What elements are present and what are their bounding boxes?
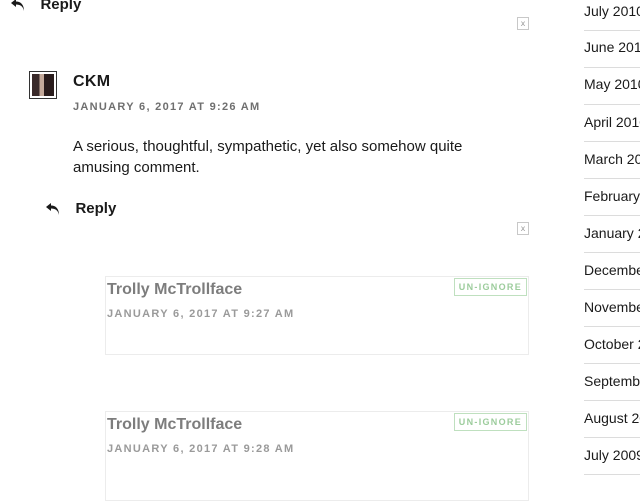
archive-link[interactable]: January 2010 bbox=[584, 225, 640, 241]
archive-link[interactable]: December 2009 bbox=[584, 262, 640, 278]
archive-link[interactable]: February 2010 bbox=[584, 188, 640, 204]
unignore-button[interactable]: UN-IGNORE bbox=[453, 413, 527, 431]
comment-author[interactable]: CKM bbox=[73, 73, 110, 91]
comment-date[interactable]: JANUARY 6, 2017 AT 9:26 AM bbox=[73, 101, 260, 113]
reply-arrow-icon bbox=[11, 0, 24, 11]
ignored-comment-date: JANUARY 6, 2017 AT 9:27 AM bbox=[107, 308, 295, 320]
reply-label: Reply bbox=[75, 200, 117, 217]
archive-link[interactable]: August 2009 bbox=[584, 410, 640, 426]
reply-arrow-icon bbox=[46, 202, 59, 215]
archives-sidebar: July 2010 June 2010 May 2010 April 2010 … bbox=[584, 0, 640, 480]
archive-link[interactable]: October 2009 bbox=[584, 336, 640, 352]
archive-link[interactable]: March 2010 bbox=[584, 151, 640, 167]
ignored-comment: Trolly McTrollface JANUARY 6, 2017 AT 9:… bbox=[105, 276, 529, 355]
close-comment-button[interactable]: x bbox=[517, 222, 529, 235]
avatar bbox=[29, 71, 57, 99]
archive-link[interactable]: June 2010 bbox=[584, 39, 640, 55]
archive-link[interactable]: September 2009 bbox=[584, 373, 640, 389]
archive-link[interactable]: July 2009 bbox=[584, 447, 640, 463]
archive-link[interactable]: July 2010 bbox=[584, 3, 640, 19]
close-comment-button[interactable]: x bbox=[517, 17, 529, 30]
ignored-comment-date: JANUARY 6, 2017 AT 9:28 AM bbox=[107, 443, 295, 455]
reply-link-top[interactable]: Reply bbox=[10, 0, 81, 14]
comment-text: A serious, thoughtful, sympathetic, yet … bbox=[73, 138, 463, 176]
ignored-comment: Trolly McTrollface JANUARY 6, 2017 AT 9:… bbox=[105, 411, 529, 501]
archive-link[interactable]: November 2009 bbox=[584, 299, 640, 315]
archive-link[interactable]: April 2010 bbox=[584, 114, 640, 130]
archive-link[interactable]: May 2010 bbox=[584, 76, 640, 92]
ignored-comment-author: Trolly McTrollface bbox=[107, 416, 243, 433]
reply-link[interactable]: Reply bbox=[45, 200, 116, 218]
reply-label: Reply bbox=[40, 0, 82, 13]
unignore-button[interactable]: UN-IGNORE bbox=[453, 278, 527, 296]
ignored-comment-author: Trolly McTrollface bbox=[107, 281, 243, 298]
